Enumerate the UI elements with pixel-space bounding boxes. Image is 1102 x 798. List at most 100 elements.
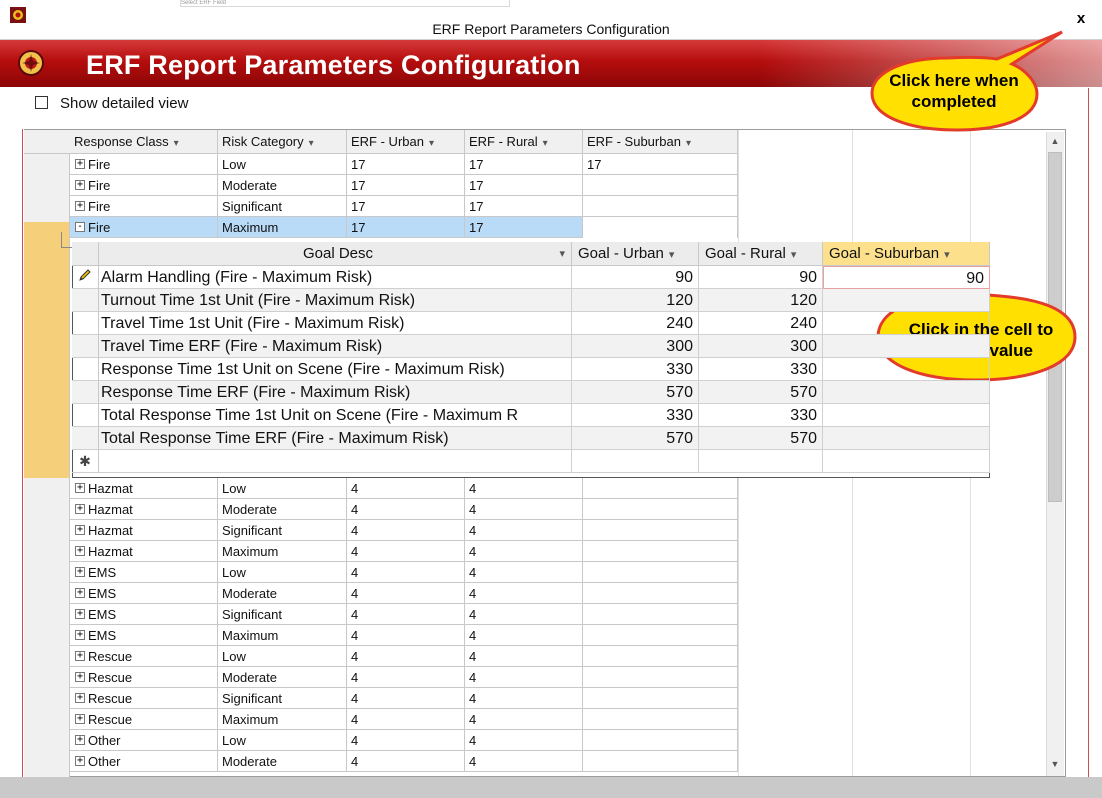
cell-erf-rural[interactable]: 17 <box>465 196 583 217</box>
table-row[interactable]: Fire Low 17 17 17 + <box>70 154 738 175</box>
cell-goal-rural[interactable] <box>699 450 823 473</box>
cell-erf-rural[interactable]: 4 <box>465 604 583 625</box>
expand-icon[interactable]: + <box>75 483 85 493</box>
cell-erf-suburban[interactable] <box>583 196 738 217</box>
cell-erf-rural[interactable]: 4 <box>465 541 583 562</box>
cell-goal-suburban[interactable] <box>823 450 990 473</box>
cell-goal-suburban[interactable] <box>823 289 990 312</box>
cell-erf-urban[interactable]: 4 <box>347 604 465 625</box>
cell-goal-rural[interactable]: 330 <box>699 404 823 427</box>
expand-icon[interactable]: + <box>75 714 85 724</box>
expand-icon[interactable]: + <box>75 651 85 661</box>
cell-goal-urban[interactable]: 570 <box>572 381 699 404</box>
expand-icon[interactable]: + <box>75 693 85 703</box>
expand-icon[interactable]: + <box>75 735 85 745</box>
cell-response-class[interactable]: Rescue <box>70 688 218 709</box>
column-header-goal-desc[interactable]: Goal Desc ▾ <box>99 242 572 266</box>
expand-icon[interactable]: + <box>75 630 85 640</box>
expand-icon[interactable]: + <box>75 180 85 190</box>
subdatasheet-row[interactable]: Travel Time 1st Unit (Fire - Maximum Ris… <box>72 312 990 335</box>
show-detailed-view-checkbox[interactable] <box>35 96 48 109</box>
expand-icon[interactable]: + <box>75 201 85 211</box>
table-row[interactable]: Rescue Maximum 4 4 + <box>70 709 738 730</box>
cell-erf-urban[interactable]: 4 <box>347 583 465 604</box>
cell-goal-desc[interactable]: Travel Time 1st Unit (Fire - Maximum Ris… <box>99 312 572 335</box>
cell-erf-rural[interactable]: 4 <box>465 583 583 604</box>
expand-icon[interactable]: + <box>75 567 85 577</box>
cell-goal-desc[interactable] <box>99 450 572 473</box>
cell-response-class[interactable]: Other <box>70 730 218 751</box>
subdatasheet-select-all[interactable] <box>72 242 99 266</box>
cell-risk-category[interactable]: Low <box>218 154 347 175</box>
scroll-down-arrow-icon[interactable]: ▼ <box>1047 756 1063 773</box>
column-header-goal-rural[interactable]: Goal - Rural ▾ <box>699 242 823 266</box>
cell-erf-rural[interactable]: 17 <box>465 175 583 196</box>
cell-goal-urban[interactable]: 330 <box>572 358 699 381</box>
subdatasheet-row[interactable]: Total Response Time 1st Unit on Scene (F… <box>72 404 990 427</box>
table-row[interactable]: Hazmat Moderate 4 4 + <box>70 499 738 520</box>
new-record-icon[interactable]: ✱ <box>72 450 99 473</box>
column-header-goal-suburban[interactable]: Goal - Suburban ▾ <box>823 242 990 266</box>
cell-erf-urban[interactable]: 4 <box>347 730 465 751</box>
cell-erf-rural[interactable]: 4 <box>465 562 583 583</box>
table-row[interactable]: EMS Moderate 4 4 + <box>70 583 738 604</box>
cell-risk-category[interactable]: Significant <box>218 196 347 217</box>
cell-goal-rural[interactable]: 570 <box>699 427 823 450</box>
cell-goal-desc[interactable]: Total Response Time ERF (Fire - Maximum … <box>99 427 572 450</box>
cell-goal-suburban[interactable] <box>823 358 990 381</box>
cell-erf-suburban[interactable] <box>583 604 738 625</box>
subdatasheet-row[interactable]: Response Time ERF (Fire - Maximum Risk) 5… <box>72 381 990 404</box>
record-selector[interactable] <box>72 427 99 450</box>
cell-risk-category[interactable]: Low <box>218 646 347 667</box>
cell-goal-urban[interactable]: 300 <box>572 335 699 358</box>
cell-erf-urban[interactable]: 4 <box>347 478 465 499</box>
current-record-selector[interactable] <box>24 222 69 478</box>
column-header-erf-urban[interactable]: ERF - Urban ▾ <box>347 130 465 154</box>
cell-response-class[interactable]: Hazmat <box>70 499 218 520</box>
cell-erf-suburban[interactable] <box>583 646 738 667</box>
expand-icon[interactable]: + <box>75 504 85 514</box>
subdatasheet-row[interactable]: Alarm Handling (Fire - Maximum Risk) 90 90… <box>72 266 990 289</box>
cell-risk-category[interactable]: Maximum <box>218 541 347 562</box>
cell-risk-category[interactable]: Low <box>218 730 347 751</box>
cell-erf-urban[interactable]: 17 <box>347 175 465 196</box>
table-row[interactable]: EMS Significant 4 4 + <box>70 604 738 625</box>
cell-response-class[interactable]: Rescue <box>70 709 218 730</box>
cell-goal-urban[interactable] <box>572 450 699 473</box>
record-selector[interactable] <box>72 381 99 404</box>
subdatasheet-row[interactable]: Response Time 1st Unit on Scene (Fire - … <box>72 358 990 381</box>
cell-goal-desc[interactable]: Total Response Time 1st Unit on Scene (F… <box>99 404 572 427</box>
cell-goal-rural[interactable]: 300 <box>699 335 823 358</box>
expand-icon[interactable]: + <box>75 525 85 535</box>
cell-goal-desc[interactable]: Response Time ERF (Fire - Maximum Risk) <box>99 381 572 404</box>
table-row[interactable]: Hazmat Low 4 4 + <box>70 478 738 499</box>
expand-icon[interactable]: + <box>75 159 85 169</box>
cell-goal-urban[interactable]: 90 <box>572 266 699 289</box>
expand-icon[interactable]: + <box>75 609 85 619</box>
cell-erf-suburban[interactable]: 17 <box>583 154 738 175</box>
cell-response-class[interactable]: Hazmat <box>70 478 218 499</box>
cell-erf-suburban[interactable] <box>583 175 738 196</box>
cell-erf-urban[interactable]: 4 <box>347 562 465 583</box>
cell-erf-rural[interactable]: 4 <box>465 688 583 709</box>
cell-erf-suburban[interactable] <box>583 562 738 583</box>
expand-icon[interactable]: + <box>75 588 85 598</box>
cell-erf-urban[interactable]: 4 <box>347 646 465 667</box>
cell-risk-category[interactable]: Moderate <box>218 751 347 772</box>
cell-erf-urban[interactable]: 4 <box>347 520 465 541</box>
cell-goal-desc[interactable]: Alarm Handling (Fire - Maximum Risk) <box>99 266 572 289</box>
cell-goal-desc[interactable]: Travel Time ERF (Fire - Maximum Risk) <box>99 335 572 358</box>
expand-icon[interactable]: + <box>75 672 85 682</box>
cell-response-class[interactable]: Rescue <box>70 646 218 667</box>
cell-response-class[interactable]: Fire <box>70 175 218 196</box>
cell-erf-suburban[interactable] <box>583 709 738 730</box>
table-row[interactable]: Fire Moderate 17 17 + <box>70 175 738 196</box>
cell-risk-category[interactable]: Significant <box>218 688 347 709</box>
cell-goal-rural[interactable]: 120 <box>699 289 823 312</box>
cell-erf-urban[interactable]: 17 <box>347 154 465 175</box>
cell-response-class[interactable]: EMS <box>70 562 218 583</box>
cell-erf-rural[interactable]: 4 <box>465 751 583 772</box>
cell-risk-category[interactable]: Significant <box>218 520 347 541</box>
cell-erf-suburban[interactable] <box>583 499 738 520</box>
cell-erf-rural[interactable]: 4 <box>465 667 583 688</box>
